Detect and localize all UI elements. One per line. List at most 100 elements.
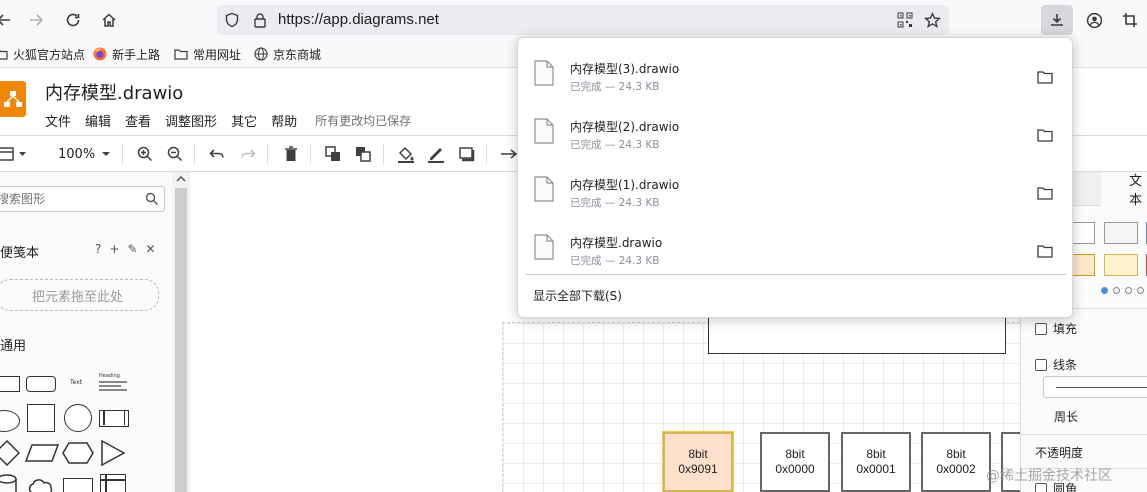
- scratchpad-title[interactable]: 便笺本: [0, 242, 39, 261]
- view-toggle-button[interactable]: [0, 144, 30, 164]
- shape-document[interactable]: [63, 478, 93, 492]
- line-style-select[interactable]: [1043, 376, 1147, 398]
- fill-color-icon[interactable]: [396, 144, 416, 164]
- memory-cell[interactable]: 8bit 0x0001: [841, 432, 911, 492]
- fill-checkbox[interactable]: [1035, 322, 1047, 335]
- home-button[interactable]: [97, 8, 121, 32]
- zoom-in-icon[interactable]: [135, 144, 155, 164]
- drawio-logo-icon: [0, 81, 26, 117]
- shape-textbox[interactable]: Heading: [99, 374, 127, 392]
- shape-diamond[interactable]: [0, 440, 20, 466]
- shield-icon[interactable]: [222, 10, 242, 30]
- menu-help[interactable]: 帮助: [271, 111, 297, 130]
- zoom-dropdown-icon[interactable]: [96, 144, 116, 164]
- shape-rectangle[interactable]: [0, 376, 20, 392]
- show-all-downloads-button[interactable]: 显示全部下载(S): [533, 287, 622, 304]
- bookmark-star-icon[interactable]: [922, 10, 942, 30]
- menu-arrange[interactable]: 调整图形: [165, 111, 217, 130]
- account-icon[interactable]: [1082, 8, 1106, 32]
- open-folder-icon[interactable]: [1035, 184, 1055, 202]
- help-icon[interactable]: ?: [95, 242, 101, 256]
- extensions-icon[interactable]: [1118, 8, 1142, 32]
- lock-icon[interactable]: [250, 10, 270, 30]
- open-folder-icon[interactable]: [1035, 242, 1055, 260]
- save-status[interactable]: 所有更改均已保存: [315, 112, 411, 129]
- bookmark-item[interactable]: 火狐官方站点: [0, 45, 85, 63]
- download-item[interactable]: 内存模型.drawio 已完成 — 24.3 KB: [518, 220, 1074, 278]
- menu-edit[interactable]: 编辑: [85, 111, 111, 130]
- to-front-icon[interactable]: [323, 144, 343, 164]
- qr-code-icon[interactable]: [895, 10, 915, 30]
- menu-file[interactable]: 文件: [45, 111, 71, 130]
- shape-ellipse[interactable]: [0, 410, 20, 432]
- shape-rounded-rectangle[interactable]: [26, 376, 56, 392]
- zoom-out-icon[interactable]: [165, 144, 185, 164]
- download-status: 已完成 — 24.3 KB: [570, 139, 660, 151]
- bookmark-item[interactable]: 新手上路: [93, 45, 160, 63]
- back-button[interactable]: [0, 8, 16, 32]
- line-color-icon[interactable]: [426, 144, 446, 164]
- url-bar[interactable]: https://app.diagrams.net: [217, 5, 949, 35]
- shape-triangle[interactable]: [101, 440, 125, 466]
- shape-process[interactable]: [99, 410, 129, 427]
- shape-cylinder[interactable]: [0, 474, 18, 492]
- redo-icon[interactable]: [238, 144, 258, 164]
- bookmark-item[interactable]: 常用网址: [174, 45, 241, 63]
- document-title[interactable]: 内存模型.drawio: [45, 79, 183, 105]
- search-icon[interactable]: [145, 192, 159, 206]
- shape-square[interactable]: [27, 404, 55, 432]
- panel-divider: [1021, 434, 1147, 435]
- line-checkbox[interactable]: [1035, 358, 1047, 371]
- zoom-level[interactable]: 100%: [58, 147, 95, 162]
- shape-search-box[interactable]: [0, 186, 165, 212]
- sidebar-scrollbar[interactable]: [172, 172, 190, 492]
- style-pager[interactable]: [1101, 287, 1144, 294]
- line-option[interactable]: 线条: [1035, 356, 1077, 373]
- shapes-sidebar: 便笺本 ? + ✎ ✕ 把元素拖至此处 通用 Text Heading: [0, 172, 190, 492]
- reload-button[interactable]: [61, 8, 85, 32]
- sidebar-scroll-thumb[interactable]: [175, 188, 187, 492]
- shape-parallelogram[interactable]: [25, 444, 59, 462]
- download-item[interactable]: 内存模型(2).drawio 已完成 — 24.3 KB: [518, 104, 1074, 162]
- scratchpad-drop-zone[interactable]: 把元素拖至此处: [0, 279, 159, 311]
- download-item[interactable]: 内存模型(3).drawio 已完成 — 24.3 KB: [518, 46, 1074, 104]
- downloads-button[interactable]: [1041, 5, 1073, 35]
- edit-icon[interactable]: ✎: [127, 242, 137, 256]
- forward-button[interactable]: [24, 8, 48, 32]
- fill-option[interactable]: 填充: [1035, 320, 1077, 337]
- shape-internal-storage[interactable]: [100, 474, 126, 492]
- toolbar-divider: [194, 144, 195, 164]
- shape-cloud[interactable]: [26, 478, 56, 492]
- style-swatch[interactable]: [1104, 222, 1138, 244]
- bookmark-item[interactable]: 京东商城: [254, 45, 321, 63]
- tab-text[interactable]: 文本: [1129, 172, 1147, 208]
- globe-icon: [254, 47, 268, 61]
- perimeter-label: 周长: [1054, 410, 1079, 424]
- memory-cell[interactable]: 8bit 0x0000: [760, 432, 830, 492]
- delete-icon[interactable]: [281, 144, 301, 164]
- general-shapes-title[interactable]: 通用: [0, 335, 26, 354]
- shape-hexagon[interactable]: [62, 442, 94, 464]
- undo-icon[interactable]: [207, 144, 227, 164]
- url-text[interactable]: https://app.diagrams.net: [278, 11, 439, 28]
- memory-cell[interactable]: 8bit 0x0002: [921, 432, 991, 492]
- download-item[interactable]: 内存模型(1).drawio 已完成 — 24.3 KB: [518, 162, 1074, 220]
- download-status: 已完成 — 24.3 KB: [570, 197, 660, 209]
- memory-cell[interactable]: 8bit 0x9091: [662, 431, 734, 492]
- menu-view[interactable]: 查看: [125, 111, 151, 130]
- menu-extras[interactable]: 其它: [231, 111, 257, 130]
- scroll-up-icon[interactable]: [176, 175, 186, 183]
- style-swatch[interactable]: [1104, 254, 1138, 276]
- open-folder-icon[interactable]: [1035, 68, 1055, 86]
- shape-search-input[interactable]: [0, 189, 137, 209]
- folder-icon: [174, 47, 188, 61]
- folder-icon: [0, 47, 8, 61]
- shadow-icon[interactable]: [457, 144, 477, 164]
- add-icon[interactable]: +: [109, 242, 119, 256]
- shape-text[interactable]: Text: [70, 379, 82, 386]
- shape-circle[interactable]: [64, 404, 92, 432]
- close-icon[interactable]: ✕: [146, 242, 156, 256]
- file-icon: [534, 60, 554, 86]
- to-back-icon[interactable]: [353, 144, 373, 164]
- open-folder-icon[interactable]: [1035, 126, 1055, 144]
